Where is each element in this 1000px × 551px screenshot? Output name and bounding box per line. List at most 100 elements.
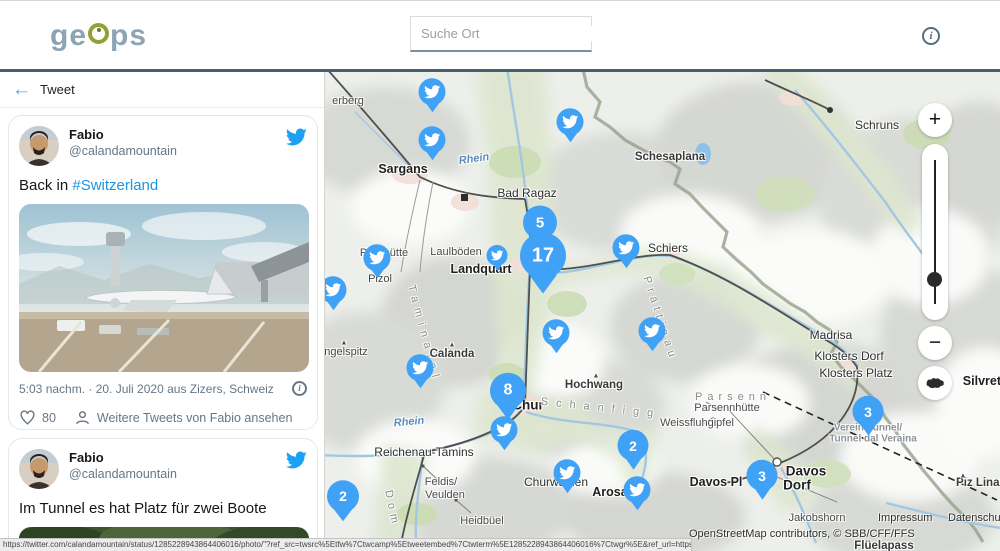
map-label: ▲	[341, 340, 348, 347]
map-label: Arosa	[592, 485, 627, 499]
map-label: Schruns	[855, 118, 899, 132]
logo-text-right: ps	[110, 19, 147, 53]
cluster-marker[interactable]: 8	[490, 373, 526, 420]
map-label: erberg	[332, 95, 364, 107]
tweet-marker[interactable]	[543, 319, 570, 353]
map-copyright: OpenStreetMap contributors, © SBB/CFF/FF…	[689, 528, 915, 540]
map-label: ngelspitz	[325, 346, 368, 358]
map-label: Rhein	[393, 415, 424, 430]
sidebar-header: ← Tweet	[0, 72, 324, 108]
header-divider	[0, 69, 1000, 72]
logo-text-left: ge	[50, 19, 87, 53]
map-label: Parsennhütte	[694, 402, 759, 414]
back-arrow-icon[interactable]: ←	[12, 79, 40, 101]
tweet-text: Im Tunnel es hat Platz für zwei Boote	[19, 499, 307, 518]
sidebar-title: Tweet	[40, 82, 75, 97]
search-box[interactable]	[410, 16, 592, 52]
map-label: Parsenn	[695, 391, 771, 403]
map-label: Piz Linar	[956, 477, 1000, 489]
tweet-marker[interactable]	[419, 78, 446, 112]
search-input[interactable]	[421, 26, 597, 41]
user-icon[interactable]	[74, 409, 91, 426]
datenschutz-link[interactable]: Datenschutz	[948, 512, 1000, 524]
impressum-link[interactable]: Impressum	[878, 512, 932, 524]
map-label: Davos Pl	[690, 475, 743, 489]
tweet-marker[interactable]	[557, 108, 584, 142]
tweet-marker[interactable]	[364, 244, 391, 278]
tweet-card[interactable]: Fabio @calandamountain Back in #Switzerl…	[8, 115, 318, 430]
map-label: Dorf	[783, 478, 811, 493]
tweet-photo-airport[interactable]	[19, 204, 309, 372]
zoom-out-button[interactable]: −	[918, 326, 952, 360]
tweet-marker[interactable]	[491, 416, 518, 450]
zoom-slider-handle[interactable]	[927, 272, 942, 287]
map-label: Feldis/	[425, 476, 457, 488]
map-canvas[interactable]: erberg Sargans Bad Ragaz Schesaplana Schruns…	[325, 72, 1000, 551]
map-label: Davos	[786, 464, 827, 479]
twitter-bird-icon[interactable]	[285, 126, 307, 148]
tweet-text: Back in #Switzerland	[19, 176, 307, 195]
cluster-marker[interactable]: 3	[747, 460, 778, 500]
cluster-marker[interactable]: 17	[520, 233, 566, 294]
map-label: Flüelapass	[854, 540, 913, 551]
zoom-slider[interactable]	[922, 144, 948, 320]
tweet-info-icon[interactable]: i	[292, 381, 307, 396]
twitter-bird-icon[interactable]	[285, 449, 307, 471]
tweet-timestamp: 5:03 nachm. · 20. Juli 2020 aus Zizers, …	[19, 382, 274, 396]
tweet-author-handle[interactable]: @calandamountain	[69, 143, 285, 159]
map-label: Klosters Dorf	[814, 349, 883, 363]
tweet-author-name[interactable]: Fabio	[69, 126, 285, 143]
geops-logo[interactable]: ge ps	[50, 19, 147, 53]
map-label: Klosters Platz	[819, 366, 892, 380]
map-label: Weissfluhgipfel	[660, 417, 734, 429]
tweet-marker[interactable]	[325, 276, 347, 310]
cluster-marker[interactable]: 2	[327, 480, 359, 521]
map-label: Jakobshorn	[789, 512, 846, 524]
logo-o-icon	[88, 23, 109, 44]
cluster-marker[interactable]: 2	[618, 430, 649, 470]
tweet-sidebar: ← Tweet Fabio @calandamountain Back in #…	[0, 72, 325, 551]
header: ge ps i	[0, 1, 1000, 69]
switzerland-shape-icon	[925, 376, 945, 390]
map-label: Calanda	[430, 348, 475, 360]
map-label: Reichenau-Tamins	[374, 445, 473, 459]
map-label: Schiers	[648, 241, 688, 255]
link-preview-statusbar: https://twitter.com/calandamountain/stat…	[0, 538, 692, 551]
tweet-marker[interactable]	[639, 317, 666, 351]
map-label: Madrisa	[810, 328, 853, 342]
map-label: Veulden	[425, 489, 465, 501]
map-label: Silvrett	[963, 374, 1000, 388]
map-label: ▲	[960, 473, 967, 480]
map-label: ▲	[449, 342, 456, 349]
map-label: Schanfigg	[540, 396, 662, 421]
map-label: Sargans	[378, 162, 427, 176]
cluster-marker[interactable]: 3	[853, 396, 884, 436]
map-label: Hochwang	[565, 379, 623, 391]
map-label: Heidbüel	[460, 515, 503, 527]
tweet-marker[interactable]	[419, 126, 446, 160]
like-count: 80	[42, 411, 56, 425]
like-icon[interactable]	[19, 409, 36, 426]
avatar	[19, 449, 59, 489]
map-label: ▲	[593, 373, 600, 380]
avatar	[19, 126, 59, 166]
tweet-marker[interactable]	[487, 245, 508, 271]
map-label: Rhein	[458, 151, 490, 167]
map-label: Laulböden	[430, 246, 481, 258]
hashtag-link[interactable]: #Switzerland	[72, 177, 158, 194]
tweet-card[interactable]: Fabio @calandamountain Im Tunnel es hat …	[8, 438, 318, 551]
tweet-author-handle[interactable]: @calandamountain	[69, 466, 285, 482]
app-window: ge ps i ← Tweet Fabio @cala	[0, 0, 1000, 551]
map-label: Bad Ragaz	[497, 186, 556, 200]
tweet-marker[interactable]	[624, 476, 651, 510]
tweet-author-name[interactable]: Fabio	[69, 449, 285, 466]
zoom-in-button[interactable]: +	[918, 103, 952, 137]
more-tweets-link[interactable]: Weitere Tweets von Fabio ansehen	[97, 411, 293, 425]
switzerland-extent-button[interactable]	[918, 366, 952, 400]
tweet-marker[interactable]	[407, 354, 434, 388]
tweet-marker[interactable]	[554, 459, 581, 493]
tweet-marker[interactable]	[613, 234, 640, 268]
info-icon[interactable]: i	[922, 27, 940, 45]
map-label: Schesaplana	[635, 151, 705, 163]
map-overlay-layer: erberg Sargans Bad Ragaz Schesaplana Schruns…	[325, 72, 1000, 551]
